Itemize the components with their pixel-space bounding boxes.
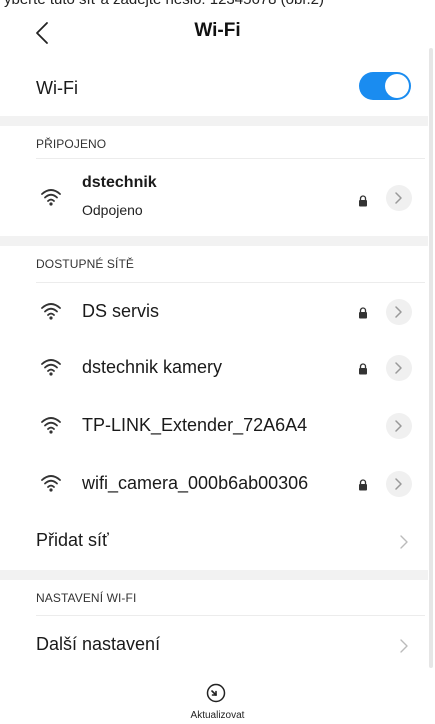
lock-icon (358, 306, 368, 319)
lock-icon (358, 362, 368, 375)
wifi-toggle-switch[interactable] (359, 72, 411, 100)
refresh-label: Aktualizovat (190, 710, 245, 721)
wifi-signal-icon (40, 356, 62, 378)
network-details-button[interactable] (386, 413, 412, 439)
refresh-button[interactable]: Aktualizovat (0, 680, 435, 724)
network-name: TP-LINK_Extender_72A6A4 (82, 415, 308, 435)
scrollbar[interactable] (429, 48, 433, 668)
wifi-signal-icon (40, 414, 62, 436)
top-bar: Wi-Fi (0, 12, 435, 56)
switch-knob (385, 74, 409, 98)
chevron-right-icon (398, 638, 410, 654)
connected-network-row[interactable]: dstechnik Odpojeno (0, 160, 428, 234)
network-row[interactable]: wifi_camera_000b6ab00306 (0, 456, 428, 512)
chevron-right-icon (398, 534, 410, 550)
connected-network-name: dstechnik (82, 174, 157, 191)
caption-text: yberte tuto síť a zadejte heslo: 1234567… (0, 0, 435, 11)
wifi-signal-icon (40, 472, 62, 494)
network-details-button[interactable] (386, 471, 412, 497)
separator-line (36, 158, 425, 159)
network-row[interactable]: dstechnik kamery (0, 340, 428, 396)
settings-section-header: NASTAVENÍ WI-FI (36, 591, 137, 605)
network-details-button[interactable] (386, 355, 412, 381)
more-settings-label: Další nastavení (36, 634, 161, 654)
wifi-toggle-label: Wi-Fi (36, 78, 78, 98)
network-row[interactable]: TP-LINK_Extender_72A6A4 (0, 398, 428, 454)
refresh-icon (205, 682, 227, 704)
network-details-button[interactable] (386, 299, 412, 325)
lock-icon (358, 478, 368, 491)
connected-network-status: Odpojeno (82, 202, 143, 218)
page-title: Wi-Fi (194, 20, 241, 41)
section-divider (0, 570, 428, 580)
separator-line (36, 615, 425, 616)
network-name: DS servis (82, 301, 160, 321)
add-network-row[interactable]: Přidat síť (0, 514, 428, 568)
add-network-label: Přidat síť (36, 530, 109, 550)
network-row[interactable]: DS servis (0, 284, 428, 340)
section-divider (0, 116, 428, 126)
wifi-signal-icon (40, 300, 62, 322)
connected-section-header: PŘIPOJENO (36, 137, 107, 151)
section-divider (0, 236, 428, 246)
separator-line (36, 282, 425, 283)
network-details-button[interactable] (386, 185, 412, 211)
wifi-signal-icon (40, 186, 62, 208)
network-name: dstechnik kamery (82, 357, 223, 377)
lock-icon (358, 194, 368, 207)
network-name: wifi_camera_000b6ab00306 (82, 473, 309, 493)
more-settings-row[interactable]: Další nastavení (0, 617, 428, 671)
available-section-header: DOSTUPNÉ SÍTĚ (36, 257, 134, 271)
